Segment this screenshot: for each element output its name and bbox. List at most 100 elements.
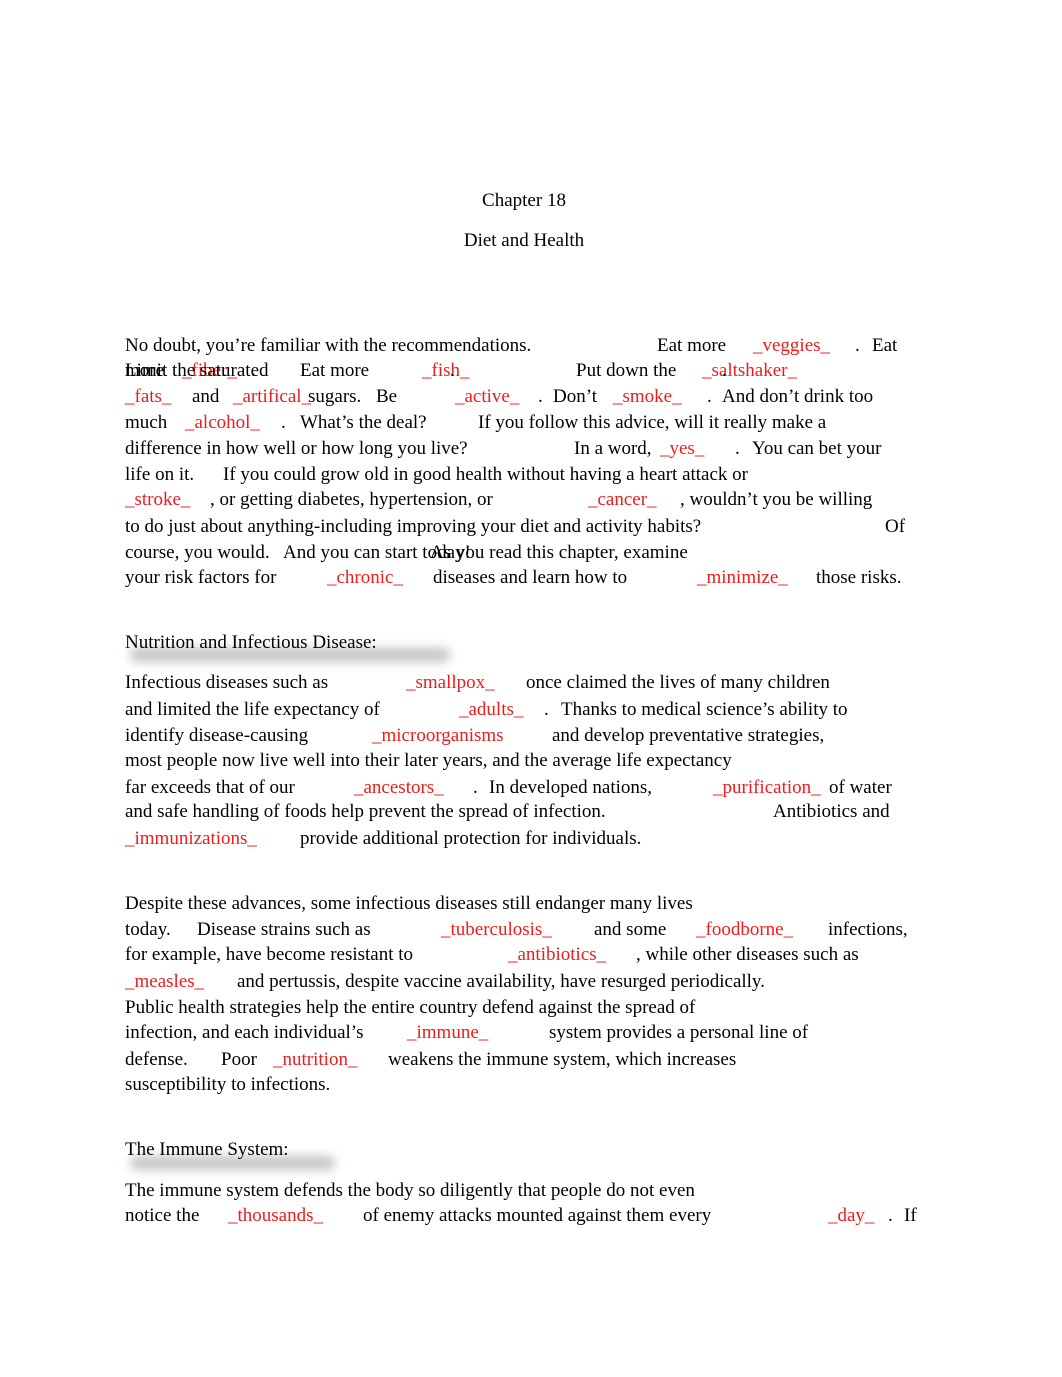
text-segment: . [707,386,712,407]
text-segment: If you could grow old in good health wit… [223,464,749,485]
text-segment: to do just about anything-including impr… [125,516,702,537]
text-segment: . [888,1205,893,1226]
text-segment: Eat [872,335,898,356]
fill-in-answer: _minimize_ [697,567,788,588]
text-segment: , wouldn’t you be willing [680,489,873,510]
fill-in-answer: _nutrition_ [273,1049,358,1070]
text-segment: most people now live well into their lat… [125,750,732,771]
text-segment: and pertussis, despite vaccine availabil… [237,971,765,992]
chapter-number: Chapter 18 [482,190,566,211]
text-segment: identify disease-causing [125,725,309,746]
document-page: Chapter 18 Diet and Health No doubt, you… [0,0,1062,1377]
fill-in-answer: _veggies_ [753,335,831,356]
text-segment: difference in how well or how long you l… [125,438,468,459]
fill-in-answer: _ancestors_ [354,777,444,798]
text-segment: and limited the life expectancy of [125,699,380,720]
text-segment: As you read this chapter, examine [430,542,688,563]
text-segment: and some [594,919,667,940]
fill-in-answer: _artifical_ [233,386,312,407]
text-segment: and develop preventative strategies, [552,725,825,746]
fill-in-answer: _thousands_ [228,1205,323,1226]
fill-in-answer: _yes_ [660,438,705,459]
fill-in-answer: _cancer_ [588,489,657,510]
section-heading-nutrition-infectious: Nutrition and Infectious Disease: [125,632,377,653]
text-segment: Eat more [657,335,727,356]
text-segment: Infectious diseases such as [125,672,329,693]
text-segment: In a word, [574,438,652,459]
text-segment: of enemy attacks mounted against them ev… [363,1205,712,1226]
text-segment: sugars. [308,386,362,407]
fill-in-answer: _alcohol_ [185,412,260,433]
text-segment: Antibiotics and [773,801,890,822]
text-segment: Limit the saturated [125,360,269,381]
fill-in-answer: _fish_ [422,360,470,381]
text-segment: Don’t [553,386,597,407]
text-segment: Thanks to medical science’s ability to [561,699,848,720]
fill-in-answer: _fats_ [125,386,172,407]
text-segment: infections, [828,919,908,940]
text-segment: . [281,412,286,433]
fill-in-answer: _microorganisms [372,725,504,746]
fill-in-answer: _foodborne_ [696,919,794,940]
text-segment: In developed nations, [489,777,653,798]
text-segment: . [473,777,478,798]
text-segment: notice the [125,1205,200,1226]
text-segment: . [538,386,543,407]
text-segment: . [722,360,727,381]
fill-in-answer: _immunizations_ [125,828,257,849]
text-segment: Poor [221,1049,257,1070]
text-segment: system provides a personal line of [549,1022,809,1043]
text-segment: course, you would. [125,542,270,563]
fill-in-answer: _stroke_ [125,489,191,510]
text-segment: Public health strategies help the entire… [125,997,696,1018]
fill-in-answer: _adults_ [459,699,524,720]
fill-in-answer: _tuberculosis_ [441,919,552,940]
text-segment: , while other diseases such as [636,944,859,965]
fill-in-answer: _saltshaker_ [702,360,797,381]
fill-in-answer: _day_ [828,1205,875,1226]
text-segment: and [192,386,220,407]
text-segment: No doubt, you’re familiar with the recom… [125,335,532,356]
section-heading-immune-system: The Immune System: [125,1139,289,1160]
text-segment: . [544,699,549,720]
chapter-title: Diet and Health [463,230,585,251]
fill-in-answer: _active_ [455,386,520,407]
text-segment: And don’t drink too [722,386,874,407]
text-segment: Be [376,386,398,407]
text-segment: infection, and each individual’s [125,1022,364,1043]
fill-in-answer: _immune_ [407,1022,489,1043]
text-segment: . [450,360,455,381]
text-segment: Put down the [576,360,677,381]
text-segment: those risks. [816,567,902,588]
text-segment: What’s the deal? [300,412,427,433]
text-segment: Of [885,516,906,537]
text-segment: . [855,335,860,356]
text-segment: Eat more [300,360,370,381]
fill-in-answer: _smallpox_ [406,672,495,693]
text-segment: The immune system defends the body so di… [125,1180,695,1201]
text-segment: for example, have become resistant to [125,944,414,965]
text-segment: and safe handling of foods help prevent … [125,801,606,822]
text-segment: If [904,1205,917,1226]
text-segment: Despite these advances, some infectious … [125,893,693,914]
text-segment: . [735,438,740,459]
text-segment: weakens the immune system, which increas… [388,1049,737,1070]
fill-in-answer: _measles_ [125,971,205,992]
text-segment: of water [829,777,892,798]
text-segment: much [125,412,168,433]
fill-in-answer: _purification_ [713,777,821,798]
fill-in-answer: _antibiotics_ [508,944,607,965]
text-segment: today. [125,919,171,940]
text-segment: life on it. [125,464,195,485]
text-segment: your risk factors for [125,567,277,588]
fill-in-answer: _smoke_ [613,386,682,407]
text-segment: once claimed the lives of many children [526,672,830,693]
text-segment: defense. [125,1049,188,1070]
text-segment: You can bet your [752,438,882,459]
fill-in-answer: _chronic_ [327,567,403,588]
text-segment: susceptibility to infections. [125,1074,331,1095]
text-segment: far exceeds that of our [125,777,295,798]
text-segment: If you follow this advice, will it reall… [478,412,827,433]
text-segment: diseases and learn how to [433,567,628,588]
text-segment: provide additional protection for indivi… [300,828,642,849]
